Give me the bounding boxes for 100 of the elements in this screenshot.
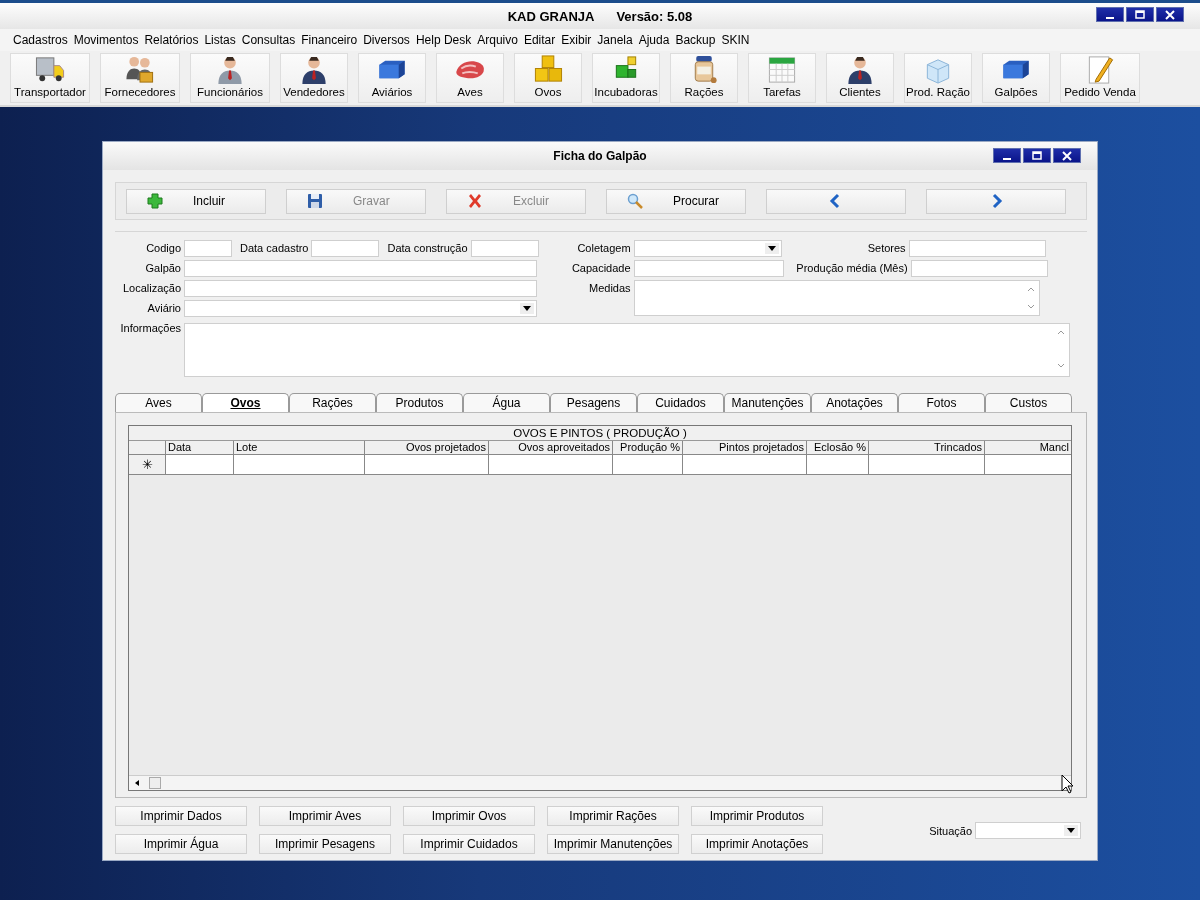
input-field[interactable] bbox=[311, 240, 380, 257]
tab[interactable]: Manutenções bbox=[724, 393, 811, 412]
menu-item[interactable]: Editar bbox=[520, 33, 559, 47]
column-header[interactable]: Data bbox=[166, 441, 234, 455]
close-button[interactable] bbox=[1156, 7, 1184, 22]
menu-item[interactable]: Ajuda bbox=[635, 33, 673, 47]
column-header[interactable]: Pintos projetados bbox=[683, 441, 807, 455]
menu-item[interactable]: Arquivo bbox=[474, 33, 521, 47]
minimize-button[interactable] bbox=[993, 148, 1021, 163]
table-cell[interactable] bbox=[985, 455, 1071, 475]
maximize-button[interactable] bbox=[1126, 7, 1154, 22]
input-field[interactable] bbox=[184, 260, 537, 277]
table-cell[interactable] bbox=[807, 455, 869, 475]
table-cell[interactable] bbox=[683, 455, 807, 475]
print-button[interactable]: Imprimir Dados bbox=[115, 806, 247, 826]
field-label: Aviário bbox=[146, 301, 182, 314]
toolbar-button[interactable]: Clientes bbox=[826, 53, 894, 103]
tab[interactable]: Rações bbox=[289, 393, 376, 412]
table-cell[interactable] bbox=[234, 455, 365, 475]
column-header[interactable]: Trincados bbox=[869, 441, 985, 455]
toolbar-button[interactable]: Transportador bbox=[10, 53, 90, 103]
input-field[interactable] bbox=[908, 240, 1046, 257]
table-cell[interactable] bbox=[489, 455, 613, 475]
minimize-icon bbox=[1003, 158, 1011, 160]
app-title: KAD GRANJA bbox=[507, 8, 595, 24]
tab[interactable]: Cuidados bbox=[637, 393, 724, 412]
table-cell[interactable] bbox=[365, 455, 489, 475]
column-header[interactable]: Ovos projetados bbox=[365, 441, 489, 455]
toolbar-button[interactable]: Aviários bbox=[358, 53, 426, 103]
tab[interactable]: Fotos bbox=[898, 393, 985, 412]
toolbar-button[interactable]: Tarefas bbox=[748, 53, 816, 103]
toolbar-button[interactable]: Aves bbox=[436, 53, 504, 103]
print-button[interactable]: Imprimir Aves bbox=[259, 806, 391, 826]
input-field[interactable] bbox=[184, 280, 537, 297]
text-area[interactable] bbox=[184, 323, 1070, 377]
toolbar-button[interactable]: Incubadoras bbox=[592, 53, 660, 103]
tab[interactable]: Produtos bbox=[376, 393, 463, 412]
column-header[interactable]: Mancl bbox=[985, 441, 1071, 455]
input-field[interactable] bbox=[184, 240, 232, 257]
tab[interactable]: Custos bbox=[985, 393, 1072, 412]
toolbar-button[interactable]: Prod. Ração bbox=[904, 53, 972, 103]
toolbar-button[interactable]: Funcionários bbox=[190, 53, 270, 103]
print-button[interactable]: Imprimir Produtos bbox=[691, 806, 823, 826]
menu-item[interactable]: Janela bbox=[594, 33, 636, 47]
mouse-cursor-icon bbox=[1061, 774, 1075, 794]
column-header[interactable]: Eclosão % bbox=[807, 441, 869, 455]
print-button[interactable]: Imprimir Pesagens bbox=[259, 834, 391, 854]
combo-box[interactable] bbox=[633, 240, 782, 257]
table-cell[interactable] bbox=[613, 455, 683, 475]
table-cell[interactable] bbox=[166, 455, 234, 475]
print-button[interactable]: Imprimir Cuidados bbox=[403, 834, 535, 854]
field-label: Galpão bbox=[144, 261, 182, 274]
print-button[interactable]: Imprimir Ovos bbox=[403, 806, 535, 826]
action-button[interactable] bbox=[766, 188, 906, 214]
text-area[interactable] bbox=[633, 280, 1040, 316]
column-header[interactable]: Ovos aproveitados bbox=[489, 441, 613, 455]
search-icon bbox=[627, 193, 643, 209]
menu-item[interactable]: Relatórios bbox=[141, 33, 202, 47]
menu-item[interactable]: Backup bbox=[672, 33, 719, 47]
input-field[interactable] bbox=[470, 240, 539, 257]
combo-box[interactable] bbox=[184, 300, 537, 317]
menu-item[interactable]: SKIN bbox=[718, 33, 753, 47]
menu-item[interactable]: Help Desk bbox=[412, 33, 475, 47]
toolbar-button[interactable]: Ovos bbox=[514, 53, 582, 103]
minimize-button[interactable] bbox=[1096, 7, 1124, 22]
maximize-button[interactable] bbox=[1023, 148, 1051, 163]
close-button[interactable] bbox=[1053, 148, 1081, 163]
menu-item[interactable]: Cadastros bbox=[10, 33, 71, 47]
menu-item[interactable]: Exibir bbox=[558, 33, 595, 47]
tab[interactable]: Aves bbox=[115, 393, 202, 412]
print-button[interactable]: Imprimir Água bbox=[115, 834, 247, 854]
menu-item[interactable]: Listas bbox=[201, 33, 239, 47]
toolbar-button[interactable]: Fornecedores bbox=[100, 53, 180, 103]
tab[interactable]: Ovos bbox=[202, 393, 289, 412]
column-header[interactable]: Produção % bbox=[613, 441, 683, 455]
tab[interactable]: Pesagens bbox=[550, 393, 637, 412]
combo-box[interactable] bbox=[975, 821, 1081, 839]
scroll-thumb[interactable] bbox=[149, 777, 161, 789]
input-field[interactable] bbox=[910, 260, 1048, 277]
toolbar-button[interactable]: Vendedores bbox=[280, 53, 348, 103]
print-button[interactable]: Imprimir Anotações bbox=[691, 834, 823, 854]
menu-item[interactable]: Consultas bbox=[238, 33, 299, 47]
print-button[interactable]: Imprimir Rações bbox=[547, 806, 679, 826]
action-button[interactable] bbox=[926, 188, 1066, 214]
column-header[interactable]: Lote bbox=[234, 441, 365, 455]
action-button[interactable]: Incluir bbox=[126, 188, 266, 214]
toolbar-button[interactable]: Rações bbox=[670, 53, 738, 103]
print-button[interactable]: Imprimir Manutenções bbox=[547, 834, 679, 854]
tab[interactable]: Água bbox=[463, 393, 550, 412]
tab[interactable]: Anotações bbox=[811, 393, 898, 412]
field-label: Localização bbox=[121, 281, 182, 294]
menu-item[interactable]: Movimentos bbox=[70, 33, 142, 47]
action-button[interactable]: Procurar bbox=[606, 188, 746, 214]
toolbar-button[interactable]: Galpões bbox=[982, 53, 1050, 103]
toolbar-button[interactable]: Pedido Venda bbox=[1060, 53, 1140, 103]
table-cell[interactable] bbox=[869, 455, 985, 475]
menu-item[interactable]: Financeiro bbox=[298, 33, 361, 47]
menu-item[interactable]: Diversos bbox=[360, 33, 413, 47]
input-field[interactable] bbox=[633, 260, 784, 277]
horizontal-scrollbar[interactable] bbox=[129, 775, 1071, 790]
